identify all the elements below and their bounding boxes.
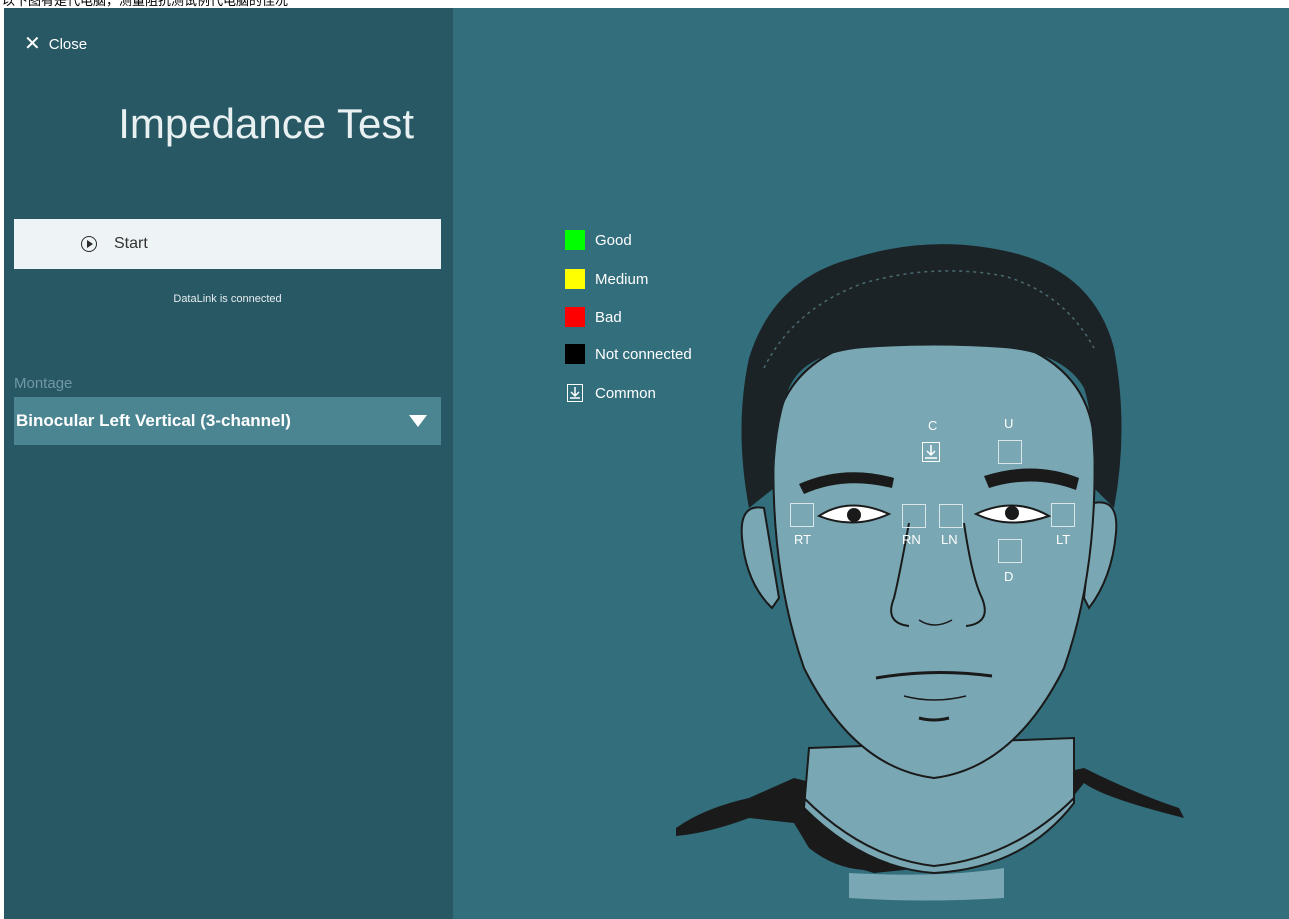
electrode-rt[interactable] <box>790 503 814 527</box>
chevron-down-icon <box>409 415 427 427</box>
sidebar-panel: ✕ Close Impedance Test Start DataLink is… <box>4 8 453 919</box>
legend-item: Good <box>565 230 632 250</box>
legend-item: Medium <box>565 269 648 289</box>
close-button[interactable]: ✕ Close <box>24 34 87 54</box>
electrode-label-u: U <box>1004 416 1014 431</box>
legend-label: Good <box>595 231 632 249</box>
common-electrode[interactable] <box>922 442 940 462</box>
good-swatch <box>565 230 585 250</box>
bad-swatch <box>565 307 585 327</box>
play-icon <box>81 236 97 252</box>
legend-label: Not connected <box>595 345 692 363</box>
ground-arrow-icon <box>925 445 937 459</box>
electrode-d[interactable] <box>998 539 1022 563</box>
montage-value: Binocular Left Vertical (3-channel) <box>16 411 291 430</box>
impedance-test-window: ✕ Close Impedance Test Start DataLink is… <box>4 8 1289 919</box>
legend-item: Not connected <box>565 344 692 364</box>
electrode-ln[interactable] <box>939 504 963 528</box>
montage-dropdown[interactable]: Binocular Left Vertical (3-channel) <box>14 397 441 445</box>
electrode-label-lt: LT <box>1056 532 1071 547</box>
legend-label: Medium <box>595 270 649 288</box>
electrode-label-rn: RN <box>902 532 921 547</box>
montage-label: Montage <box>14 375 73 392</box>
electrode-label-d: D <box>1004 569 1014 584</box>
legend-label: Common <box>595 384 656 402</box>
ground-arrow-icon <box>567 384 583 402</box>
page-title: Impedance Test <box>118 100 414 147</box>
close-icon: ✕ <box>24 33 41 55</box>
electrode-lt[interactable] <box>1051 503 1075 527</box>
electrode-label-c: C <box>928 418 938 433</box>
connection-status: DataLink is connected <box>173 293 282 305</box>
electrode-label-ln: LN <box>941 532 958 547</box>
electrode-label-rt: RT <box>794 532 812 547</box>
medium-swatch <box>565 269 585 289</box>
legend-item: Common <box>565 384 656 402</box>
electrode-rn[interactable] <box>902 504 926 528</box>
legend-item: Bad <box>565 307 622 327</box>
caption-text: 以下图有是代电脑，测量阻抗测试例代电脑的佳况 <box>2 0 289 8</box>
not-connected-swatch <box>565 344 585 364</box>
electrode-u[interactable] <box>998 440 1022 464</box>
legend-label: Bad <box>595 308 622 326</box>
start-button[interactable]: Start <box>14 219 441 269</box>
start-label: Start <box>114 235 148 252</box>
close-label: Close <box>48 35 88 53</box>
